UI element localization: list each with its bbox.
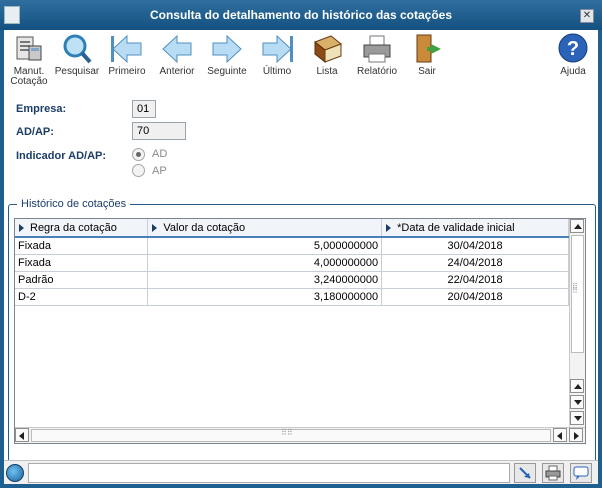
manut-cotacao-label: Manut. Cotação (10, 66, 48, 87)
relatorio-label: Relatório (356, 66, 398, 77)
table-row[interactable]: D-2 3,180000000 20/04/2018 (15, 288, 569, 306)
close-button[interactable]: ✕ (580, 9, 594, 23)
history-table: Regra da cotação Valor da cotação *Data … (15, 219, 569, 306)
cell-data: 22/04/2018 (381, 271, 569, 289)
vertical-scrollbar[interactable]: ⠿ ⠿ (569, 219, 585, 427)
scroll-page-up-button[interactable] (570, 379, 584, 393)
window-title: Consulta do detalhamento do histórico da… (149, 8, 453, 22)
empresa-field[interactable]: 01 (132, 100, 156, 118)
table-row[interactable]: Fixada 5,000000000 30/04/2018 (15, 237, 569, 255)
radio-ap-label: AP (152, 165, 167, 177)
ultimo-button[interactable]: Último (252, 32, 302, 84)
scroll-right-button[interactable] (569, 428, 583, 442)
relatorio-button[interactable]: Relatório (352, 32, 402, 84)
printer-icon (363, 35, 391, 63)
cell-data: 24/04/2018 (381, 254, 569, 272)
document-edit-icon (16, 36, 42, 61)
sort-arrow-icon (19, 223, 24, 232)
grip-icon: ⠿⠿ (281, 428, 293, 437)
column-header-valor[interactable]: Valor da cotação (147, 219, 383, 238)
scroll-left-button[interactable] (15, 428, 29, 442)
cell-regra: Padrão (15, 271, 149, 289)
grip-icon: ⠿⠿ (572, 282, 578, 295)
last-record-icon (262, 34, 293, 64)
app-window: Consulta do detalhamento do histórico da… (0, 0, 602, 488)
indicador-label: Indicador AD/AP: (16, 150, 107, 162)
column-header-data[interactable]: *Data de validade inicial (381, 219, 569, 238)
expand-arrow-icon (519, 467, 531, 479)
primeiro-label: Primeiro (108, 66, 146, 77)
printer-icon (545, 465, 561, 481)
cell-data: 30/04/2018 (381, 237, 569, 255)
cell-regra: Fixada (15, 237, 149, 255)
anterior-button[interactable]: Anterior (152, 32, 202, 84)
search-icon (63, 34, 92, 64)
scroll-page-down-button[interactable] (570, 411, 584, 425)
primeiro-button[interactable]: Primeiro (102, 32, 152, 84)
radio-ap[interactable] (132, 164, 145, 177)
status-message-field (28, 463, 510, 483)
cell-valor: 3,180000000 (147, 288, 383, 306)
column-header-regra[interactable]: Regra da cotação (15, 219, 149, 238)
toolbar: Manut. Cotação Pesquisar Primeiro Anteri… (4, 30, 598, 87)
manut-cotacao-button[interactable]: Manut. Cotação (4, 32, 54, 87)
radio-ad-label: AD (152, 148, 168, 160)
lista-button[interactable]: Lista (302, 32, 352, 84)
history-group-title: Histórico de cotações (17, 198, 131, 210)
svg-text:?: ? (567, 38, 579, 60)
lista-label: Lista (316, 66, 338, 77)
adap-label: AD/AP: (16, 126, 54, 138)
sort-arrow-icon (386, 223, 392, 232)
previous-record-icon (162, 34, 192, 64)
anterior-label: Anterior (159, 66, 195, 77)
print-settings-button[interactable] (542, 463, 564, 483)
horizontal-scrollbar[interactable]: ⠿⠿ (15, 427, 585, 443)
ajuda-button[interactable]: ? Ajuda (548, 32, 598, 84)
window-client: Manut. Cotação Pesquisar Primeiro Anteri… (4, 30, 598, 484)
chat-bubble-icon (573, 466, 589, 480)
radio-ad[interactable] (132, 148, 145, 161)
ajuda-label: Ajuda (560, 66, 586, 77)
scroll-down-button[interactable] (570, 395, 584, 409)
seguinte-button[interactable]: Seguinte (202, 32, 252, 84)
ultimo-label: Último (262, 66, 292, 77)
title-bar: Consulta do detalhamento do histórico da… (0, 0, 602, 30)
sort-arrow-icon (152, 223, 158, 232)
scroll-page-left-button[interactable] (553, 428, 567, 442)
filter-form: Empresa: 01 AD/AP: 70 Indicador AD/AP: A… (4, 90, 598, 190)
history-grid: Regra da cotação Valor da cotação *Data … (14, 218, 586, 444)
cell-valor: 4,000000000 (147, 254, 383, 272)
cell-valor: 5,000000000 (147, 237, 383, 255)
status-bar (4, 460, 598, 484)
exit-door-icon (416, 34, 441, 63)
adap-field[interactable]: 70 (132, 122, 186, 140)
cell-regra: Fixada (15, 254, 149, 272)
cell-data: 20/04/2018 (381, 288, 569, 306)
sair-label: Sair (418, 66, 436, 77)
table-row[interactable]: Padrão 3,240000000 22/04/2018 (15, 271, 569, 289)
globe-icon[interactable] (6, 464, 24, 482)
cell-valor: 3,240000000 (147, 271, 383, 289)
book-icon (314, 35, 342, 64)
seguinte-label: Seguinte (207, 66, 247, 77)
empresa-label: Empresa: (16, 103, 67, 115)
sair-button[interactable]: Sair (402, 32, 452, 84)
table-row[interactable]: Fixada 4,000000000 24/04/2018 (15, 254, 569, 272)
pesquisar-label: Pesquisar (54, 66, 100, 77)
next-record-icon (212, 34, 242, 64)
cell-regra: D-2 (15, 288, 149, 306)
first-record-icon (111, 34, 142, 64)
scroll-up-button[interactable] (570, 219, 584, 233)
pesquisar-button[interactable]: Pesquisar (52, 32, 102, 84)
resize-button[interactable] (514, 463, 536, 483)
help-icon: ? (558, 33, 588, 63)
messages-button[interactable] (570, 463, 592, 483)
